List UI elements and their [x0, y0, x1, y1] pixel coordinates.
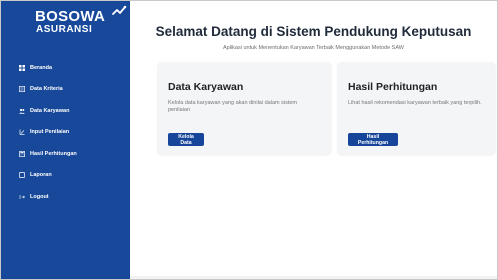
card-description: Lihat hasil rekomendasi karyawan terbaik… [348, 100, 482, 106]
grid-icon [19, 64, 25, 71]
page-subtitle: Aplikasi untuk Menentukan Karyawan Terba… [223, 45, 404, 51]
card-hasil-perhitungan: Hasil Perhitungan Lihat hasil rekomendas… [338, 63, 495, 155]
card-data-karyawan: Data Karyawan Kelola data karyawan yang … [158, 63, 331, 155]
hasil-perhitungan-button[interactable]: Hasil Perhitungan [348, 133, 398, 146]
sidebar-item-logout[interactable]: Logout [1, 186, 130, 208]
card-title: Hasil Perhitungan [348, 81, 438, 93]
report-icon [19, 172, 25, 179]
card-description: Kelola data karyawan yang akan dinilai d… [168, 100, 298, 113]
sidebar-item-label: Data Karyawan [30, 107, 70, 114]
sidebar-menu: Beranda Data Kriteria Data Karyawan Inpu… [1, 57, 130, 208]
sidebar: BOSOWA ASURANSI Beranda Data Kriteria Da… [1, 1, 130, 279]
main-content: Selamat Datang di Sistem Pendukung Keput… [130, 1, 497, 279]
calculator-icon [19, 150, 25, 157]
sidebar-item-data-karyawan[interactable]: Data Karyawan [1, 100, 130, 122]
logout-icon [19, 194, 25, 199]
sidebar-item-beranda[interactable]: Beranda [1, 57, 130, 79]
brand-mark-icon [112, 5, 127, 15]
edit-icon [19, 129, 25, 136]
sidebar-item-label: Input Penilaian [30, 129, 70, 136]
sidebar-item-label: Data Kriteria [30, 86, 63, 93]
footer-strip [130, 276, 497, 279]
page-title: Selamat Datang di Sistem Pendukung Keput… [155, 24, 472, 39]
sidebar-item-label: Logout [30, 193, 49, 200]
list-icon [19, 86, 25, 93]
brand-logo: BOSOWA ASURANSI [35, 9, 105, 36]
brand-sub: ASURANSI [36, 24, 93, 35]
card-title: Data Karyawan [168, 81, 244, 93]
brand-name: BOSOWA [35, 8, 106, 25]
kelola-data-button[interactable]: Kelola Data [168, 133, 204, 146]
app-window: BOSOWA ASURANSI Beranda Data Kriteria Da… [0, 0, 498, 280]
sidebar-item-hasil-perhitungan[interactable]: Hasil Perhitungan [1, 143, 130, 165]
sidebar-item-label: Laporan [30, 172, 52, 179]
sidebar-item-laporan[interactable]: Laporan [1, 165, 130, 187]
users-icon [19, 108, 25, 114]
sidebar-item-label: Beranda [30, 64, 53, 71]
sidebar-item-label: Hasil Perhitungan [30, 150, 77, 157]
sidebar-item-input-penilaian[interactable]: Input Penilaian [1, 122, 130, 144]
sidebar-item-data-kriteria[interactable]: Data Kriteria [1, 79, 130, 101]
